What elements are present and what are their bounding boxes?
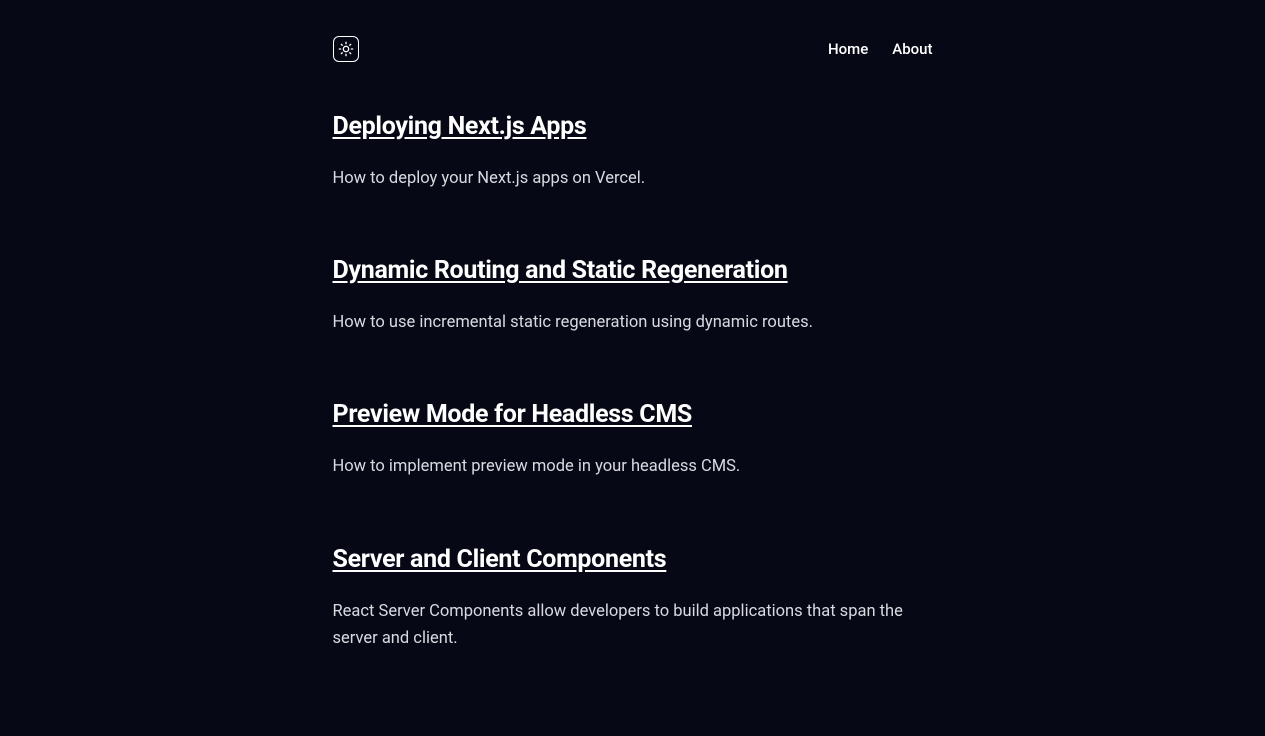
sun-icon bbox=[338, 41, 354, 57]
posts-list: Deploying Next.js Apps How to deploy you… bbox=[333, 112, 933, 652]
post-title-link[interactable]: Server and Client Components bbox=[333, 545, 933, 574]
main-nav: Home About bbox=[828, 40, 933, 58]
post-title-link[interactable]: Preview Mode for Headless CMS bbox=[333, 400, 933, 429]
nav-home-link[interactable]: Home bbox=[828, 40, 868, 58]
post-title-link[interactable]: Dynamic Routing and Static Regeneration bbox=[333, 256, 933, 285]
nav-about-link[interactable]: About bbox=[892, 40, 932, 58]
post-item: Server and Client Components React Serve… bbox=[333, 545, 933, 652]
post-item: Dynamic Routing and Static Regeneration … bbox=[333, 256, 933, 336]
post-title-link[interactable]: Deploying Next.js Apps bbox=[333, 112, 933, 141]
post-description: React Server Components allow developers… bbox=[333, 598, 933, 652]
post-description: How to implement preview mode in your he… bbox=[333, 453, 933, 480]
post-item: Deploying Next.js Apps How to deploy you… bbox=[333, 112, 933, 192]
post-description: How to deploy your Next.js apps on Verce… bbox=[333, 165, 933, 192]
theme-toggle-button[interactable] bbox=[333, 36, 359, 62]
post-description: How to use incremental static regenerati… bbox=[333, 309, 933, 336]
post-item: Preview Mode for Headless CMS How to imp… bbox=[333, 400, 933, 480]
header: Home About bbox=[333, 0, 933, 112]
